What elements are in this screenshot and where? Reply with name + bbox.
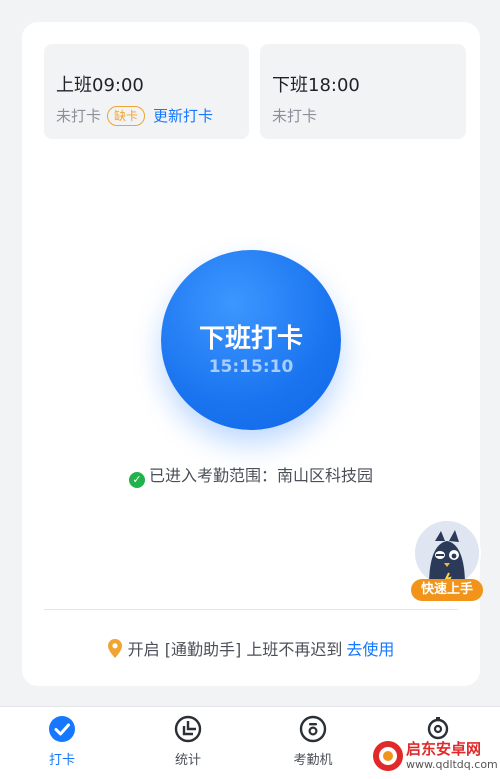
location-pin-icon bbox=[107, 639, 122, 662]
watermark-logo-icon bbox=[372, 740, 404, 772]
range-text: 已进入考勤范围：南山区科技园 bbox=[148, 466, 373, 485]
use-now-link[interactable]: 去使用 bbox=[346, 640, 394, 659]
clock-out-title: 下班18:00 bbox=[272, 75, 360, 96]
tab-clock-in[interactable]: 打卡 bbox=[22, 715, 102, 768]
commute-helper-banner: 开启 [通勤助手] 上班不再迟到 去使用 bbox=[22, 636, 480, 662]
mascot-icon bbox=[413, 519, 481, 587]
tab-statistics[interactable]: 统计 bbox=[148, 715, 228, 768]
clock-out-button[interactable]: 下班打卡 15:15:10 bbox=[161, 250, 341, 430]
clock-in-status: 未打卡 bbox=[56, 107, 102, 125]
clock-in-title: 上班09:00 bbox=[56, 75, 144, 96]
quick-start-label: 快速上手 bbox=[411, 579, 483, 601]
divider bbox=[44, 609, 458, 610]
update-clock-link[interactable]: 更新打卡 bbox=[153, 107, 213, 125]
attendance-machine-icon bbox=[299, 715, 327, 743]
clock-in-shift: 上班09:00 未打卡 缺卡 更新打卡 bbox=[44, 44, 249, 139]
clock-out-status: 未打卡 bbox=[272, 107, 318, 125]
tab-attendance-machine[interactable]: 考勤机 bbox=[273, 715, 353, 768]
helper-text: 开启 [通勤助手] 上班不再迟到 bbox=[127, 640, 343, 659]
attendance-range: ✓ 已进入考勤范围：南山区科技园 bbox=[22, 462, 480, 488]
check-icon: ✓ bbox=[128, 472, 145, 488]
missing-badge: 缺卡 bbox=[107, 106, 146, 126]
clock-out-shift: 下班18:00 未打卡 bbox=[260, 44, 466, 139]
current-time: 15:15:10 bbox=[208, 357, 294, 377]
tab-statistics-label: 统计 bbox=[174, 753, 201, 768]
watermark: 启东安卓网 www.qdltdq.com bbox=[370, 736, 500, 778]
watermark-url: www.qdltdq.com bbox=[406, 758, 498, 771]
pie-chart-icon bbox=[174, 715, 202, 743]
check-circle-icon bbox=[48, 715, 76, 743]
quick-start-assistant[interactable]: 快速上手 bbox=[411, 519, 483, 601]
watermark-title: 启东安卓网 bbox=[406, 740, 482, 758]
clock-out-button-label: 下班打卡 bbox=[198, 324, 303, 354]
tab-attendance-machine-label: 考勤机 bbox=[293, 753, 333, 768]
tab-clock-in-label: 打卡 bbox=[48, 753, 75, 768]
